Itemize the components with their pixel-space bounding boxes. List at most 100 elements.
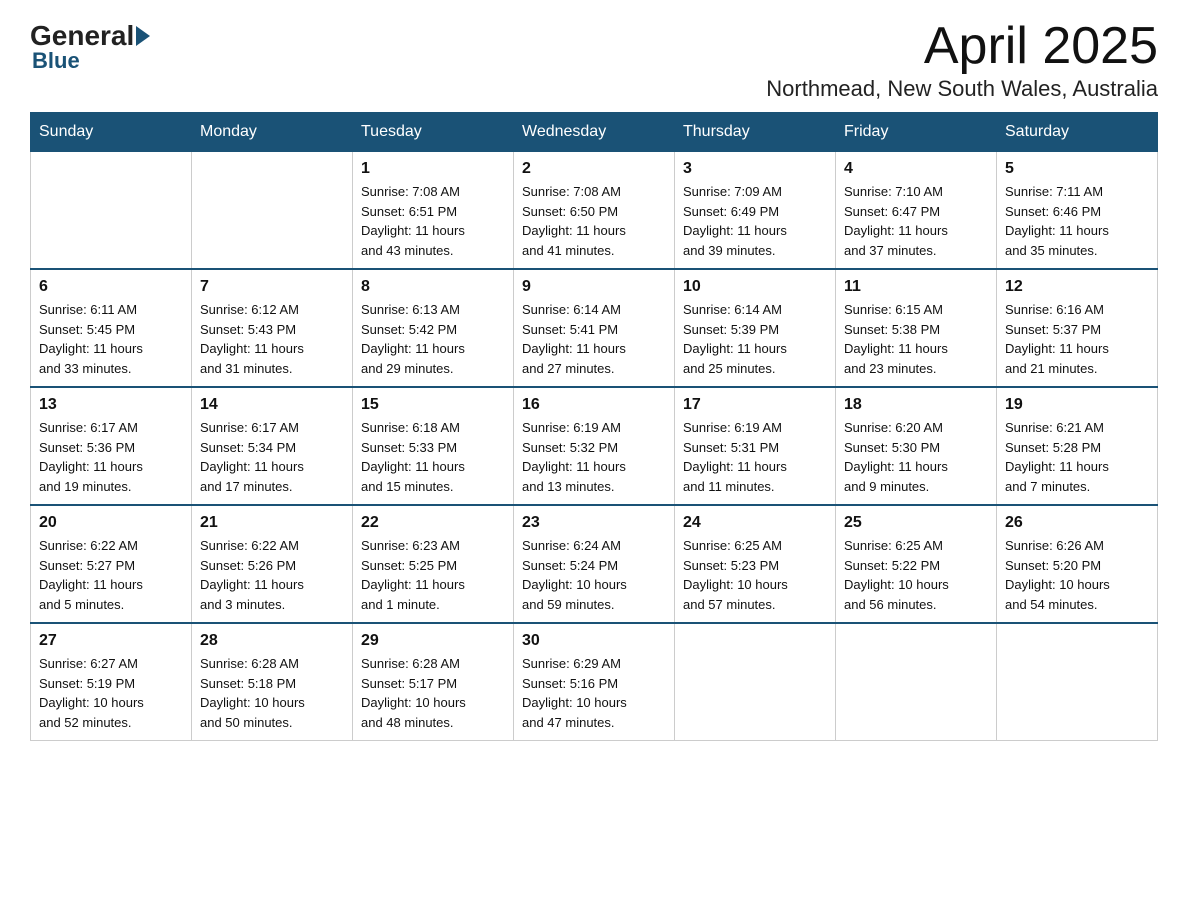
calendar-cell: 20 Sunrise: 6:22 AMSunset: 5:27 PMDayligh… <box>31 505 192 623</box>
day-info: Sunrise: 6:16 AMSunset: 5:37 PMDaylight:… <box>1005 300 1149 378</box>
calendar-header-thursday: Thursday <box>675 113 836 152</box>
calendar-week-row-3: 13 Sunrise: 6:17 AMSunset: 5:36 PMDayligh… <box>31 387 1158 505</box>
day-info: Sunrise: 6:25 AMSunset: 5:23 PMDaylight:… <box>683 536 827 614</box>
day-info: Sunrise: 6:28 AMSunset: 5:18 PMDaylight:… <box>200 654 344 732</box>
day-info: Sunrise: 6:14 AMSunset: 5:39 PMDaylight:… <box>683 300 827 378</box>
day-info: Sunrise: 6:20 AMSunset: 5:30 PMDaylight:… <box>844 418 988 496</box>
calendar-cell: 15 Sunrise: 6:18 AMSunset: 5:33 PMDayligh… <box>353 387 514 505</box>
calendar-cell: 27Sunrise: 6:27 AMSunset: 5:19 PMDayligh… <box>31 623 192 741</box>
day-info: Sunrise: 6:19 AMSunset: 5:31 PMDaylight:… <box>683 418 827 496</box>
title-section: April 2025 Northmead, New South Wales, A… <box>766 20 1158 102</box>
calendar-table: SundayMondayTuesdayWednesdayThursdayFrid… <box>30 112 1158 741</box>
day-info: Sunrise: 6:12 AMSunset: 5:43 PMDaylight:… <box>200 300 344 378</box>
day-info: Sunrise: 7:10 AMSunset: 6:47 PMDaylight:… <box>844 182 988 260</box>
day-number: 14 <box>200 396 344 414</box>
calendar-cell: 3Sunrise: 7:09 AMSunset: 6:49 PMDaylight… <box>675 152 836 270</box>
calendar-cell: 5Sunrise: 7:11 AMSunset: 6:46 PMDaylight… <box>997 152 1158 270</box>
day-info: Sunrise: 6:26 AMSunset: 5:20 PMDaylight:… <box>1005 536 1149 614</box>
day-number: 13 <box>39 396 183 414</box>
page-header: General Blue April 2025 Northmead, New S… <box>30 20 1158 102</box>
day-info: Sunrise: 6:28 AMSunset: 5:17 PMDaylight:… <box>361 654 505 732</box>
day-info: Sunrise: 6:11 AMSunset: 5:45 PMDaylight:… <box>39 300 183 378</box>
day-number: 8 <box>361 278 505 296</box>
day-number: 9 <box>522 278 666 296</box>
calendar-cell: 4 Sunrise: 7:10 AMSunset: 6:47 PMDaylight… <box>836 152 997 270</box>
day-info: Sunrise: 6:14 AMSunset: 5:41 PMDaylight:… <box>522 300 666 378</box>
day-info: Sunrise: 6:18 AMSunset: 5:33 PMDaylight:… <box>361 418 505 496</box>
day-number: 17 <box>683 396 827 414</box>
calendar-cell: 25 Sunrise: 6:25 AMSunset: 5:22 PMDayligh… <box>836 505 997 623</box>
day-number: 16 <box>522 396 666 414</box>
calendar-cell <box>31 152 192 270</box>
calendar-header-sunday: Sunday <box>31 113 192 152</box>
day-number: 29 <box>361 632 505 650</box>
calendar-cell: 29 Sunrise: 6:28 AMSunset: 5:17 PMDayligh… <box>353 623 514 741</box>
day-info: Sunrise: 6:17 AMSunset: 5:36 PMDaylight:… <box>39 418 183 496</box>
calendar-week-row-5: 27Sunrise: 6:27 AMSunset: 5:19 PMDayligh… <box>31 623 1158 741</box>
calendar-cell: 28Sunrise: 6:28 AMSunset: 5:18 PMDayligh… <box>192 623 353 741</box>
calendar-cell: 19Sunrise: 6:21 AMSunset: 5:28 PMDayligh… <box>997 387 1158 505</box>
location-title: Northmead, New South Wales, Australia <box>766 76 1158 102</box>
calendar-cell: 24 Sunrise: 6:25 AMSunset: 5:23 PMDayligh… <box>675 505 836 623</box>
day-number: 7 <box>200 278 344 296</box>
day-info: Sunrise: 6:24 AMSunset: 5:24 PMDaylight:… <box>522 536 666 614</box>
day-number: 24 <box>683 514 827 532</box>
calendar-cell <box>192 152 353 270</box>
day-number: 2 <box>522 160 666 178</box>
day-info: Sunrise: 7:08 AMSunset: 6:51 PMDaylight:… <box>361 182 505 260</box>
calendar-week-row-2: 6 Sunrise: 6:11 AMSunset: 5:45 PMDaylight… <box>31 269 1158 387</box>
calendar-header-monday: Monday <box>192 113 353 152</box>
day-info: Sunrise: 7:09 AMSunset: 6:49 PMDaylight:… <box>683 182 827 260</box>
calendar-cell: 8Sunrise: 6:13 AMSunset: 5:42 PMDaylight… <box>353 269 514 387</box>
month-title: April 2025 <box>766 20 1158 72</box>
calendar-header-wednesday: Wednesday <box>514 113 675 152</box>
calendar-cell <box>997 623 1158 741</box>
day-info: Sunrise: 6:22 AMSunset: 5:27 PMDaylight:… <box>39 536 183 614</box>
day-info: Sunrise: 6:19 AMSunset: 5:32 PMDaylight:… <box>522 418 666 496</box>
day-number: 26 <box>1005 514 1149 532</box>
day-info: Sunrise: 6:21 AMSunset: 5:28 PMDaylight:… <box>1005 418 1149 496</box>
calendar-cell <box>836 623 997 741</box>
day-info: Sunrise: 7:11 AMSunset: 6:46 PMDaylight:… <box>1005 182 1149 260</box>
day-number: 18 <box>844 396 988 414</box>
calendar-header-row: SundayMondayTuesdayWednesdayThursdayFrid… <box>31 113 1158 152</box>
logo: General Blue <box>30 20 152 74</box>
day-number: 22 <box>361 514 505 532</box>
calendar-cell: 30 Sunrise: 6:29 AMSunset: 5:16 PMDayligh… <box>514 623 675 741</box>
day-number: 6 <box>39 278 183 296</box>
day-number: 11 <box>844 278 988 296</box>
calendar-header-friday: Friday <box>836 113 997 152</box>
calendar-cell: 26 Sunrise: 6:26 AMSunset: 5:20 PMDayligh… <box>997 505 1158 623</box>
day-number: 1 <box>361 160 505 178</box>
day-number: 25 <box>844 514 988 532</box>
calendar-cell: 7 Sunrise: 6:12 AMSunset: 5:43 PMDaylight… <box>192 269 353 387</box>
calendar-cell: 22Sunrise: 6:23 AMSunset: 5:25 PMDayligh… <box>353 505 514 623</box>
calendar-cell: 14 Sunrise: 6:17 AMSunset: 5:34 PMDayligh… <box>192 387 353 505</box>
day-number: 15 <box>361 396 505 414</box>
day-info: Sunrise: 6:27 AMSunset: 5:19 PMDaylight:… <box>39 654 183 732</box>
day-info: Sunrise: 6:25 AMSunset: 5:22 PMDaylight:… <box>844 536 988 614</box>
calendar-cell: 21 Sunrise: 6:22 AMSunset: 5:26 PMDayligh… <box>192 505 353 623</box>
calendar-week-row-4: 20 Sunrise: 6:22 AMSunset: 5:27 PMDayligh… <box>31 505 1158 623</box>
calendar-cell: 6 Sunrise: 6:11 AMSunset: 5:45 PMDaylight… <box>31 269 192 387</box>
day-number: 21 <box>200 514 344 532</box>
day-info: Sunrise: 6:22 AMSunset: 5:26 PMDaylight:… <box>200 536 344 614</box>
day-number: 20 <box>39 514 183 532</box>
calendar-cell: 1 Sunrise: 7:08 AMSunset: 6:51 PMDaylight… <box>353 152 514 270</box>
calendar-cell: 9 Sunrise: 6:14 AMSunset: 5:41 PMDaylight… <box>514 269 675 387</box>
day-info: Sunrise: 7:08 AMSunset: 6:50 PMDaylight:… <box>522 182 666 260</box>
calendar-cell: 12Sunrise: 6:16 AMSunset: 5:37 PMDayligh… <box>997 269 1158 387</box>
day-info: Sunrise: 6:29 AMSunset: 5:16 PMDaylight:… <box>522 654 666 732</box>
day-number: 4 <box>844 160 988 178</box>
calendar-header-tuesday: Tuesday <box>353 113 514 152</box>
calendar-cell: 18 Sunrise: 6:20 AMSunset: 5:30 PMDayligh… <box>836 387 997 505</box>
calendar-header-saturday: Saturday <box>997 113 1158 152</box>
day-number: 10 <box>683 278 827 296</box>
calendar-cell: 2 Sunrise: 7:08 AMSunset: 6:50 PMDaylight… <box>514 152 675 270</box>
calendar-cell: 23Sunrise: 6:24 AMSunset: 5:24 PMDayligh… <box>514 505 675 623</box>
day-number: 30 <box>522 632 666 650</box>
calendar-cell: 13 Sunrise: 6:17 AMSunset: 5:36 PMDayligh… <box>31 387 192 505</box>
logo-blue-text: Blue <box>32 48 80 74</box>
logo-arrow-icon <box>136 26 150 46</box>
day-info: Sunrise: 6:17 AMSunset: 5:34 PMDaylight:… <box>200 418 344 496</box>
